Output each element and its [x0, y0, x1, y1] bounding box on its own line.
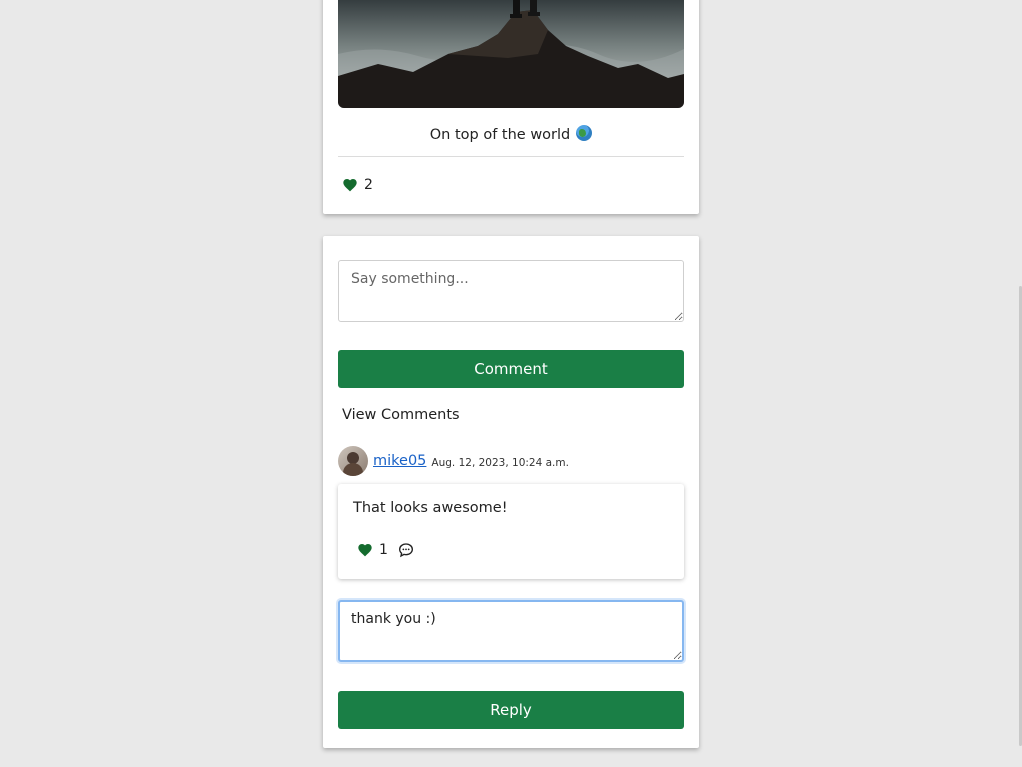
post-photo [338, 0, 684, 108]
comment-username[interactable]: mike05 [373, 453, 426, 469]
avatar[interactable] [338, 446, 368, 476]
comment-timestamp: Aug. 12, 2023, 10:24 a.m. [431, 456, 569, 469]
comment-input[interactable] [338, 260, 684, 322]
comment-like-count: 1 [379, 542, 388, 558]
post-card: On top of the world 2 [323, 0, 699, 214]
comment-actions: 1 [357, 542, 414, 558]
speech-bubble-icon[interactable] [398, 542, 414, 558]
reply-button[interactable]: Reply [338, 691, 684, 729]
comment-card: Comment View Comments mike05 Aug. 12, 20… [323, 236, 699, 748]
reply-input[interactable] [338, 600, 684, 662]
post-likes: 2 [342, 177, 373, 193]
comment-button[interactable]: Comment [338, 350, 684, 388]
comment-text: That looks awesome! [353, 500, 508, 516]
post-caption: On top of the world [338, 122, 684, 157]
globe-icon [576, 125, 593, 141]
view-comments-label[interactable]: View Comments [342, 407, 460, 423]
caption-text: On top of the world [429, 127, 571, 143]
like-count: 2 [364, 177, 373, 193]
comment-item: That looks awesome! 1 [338, 484, 684, 579]
comment-header: mike05 Aug. 12, 2023, 10:24 a.m. [338, 446, 569, 476]
heart-icon[interactable] [342, 177, 358, 193]
heart-icon[interactable] [357, 542, 373, 558]
